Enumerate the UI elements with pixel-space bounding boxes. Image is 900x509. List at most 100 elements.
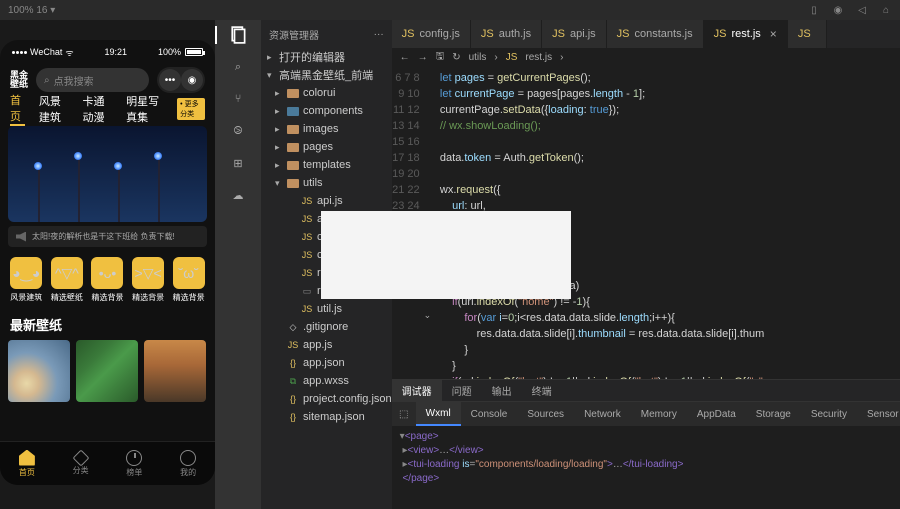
crumb-file[interactable]: rest.js <box>525 52 552 63</box>
search-icon[interactable]: ⌕ <box>229 58 247 76</box>
inspect-icon[interactable]: ⬚ <box>392 409 416 420</box>
chevron-icon: › <box>560 52 563 63</box>
wxml-tree[interactable]: ▾<page> ▸<view>…</view> ▸<tui-loading is… <box>392 426 900 509</box>
editor-tab[interactable]: JSconfig.js <box>392 20 471 48</box>
js-icon: JS <box>481 28 494 40</box>
debug-tab[interactable]: 问题 <box>442 380 482 402</box>
tree-node[interactable]: JSapi.js <box>261 192 392 210</box>
file-icon <box>287 161 299 170</box>
devtools-tab[interactable]: Memory <box>631 402 687 426</box>
capsule-close[interactable]: ◉ <box>181 69 203 91</box>
battery-icon <box>185 48 203 56</box>
tree-node[interactable]: ▸colorui <box>261 84 392 102</box>
nav-tab[interactable]: 风景建筑 <box>39 93 69 125</box>
home-icon[interactable]: ⌂ <box>880 4 892 16</box>
editor-tab[interactable]: JSauth.js <box>471 20 542 48</box>
tree-node[interactable]: JSapp.js <box>261 336 392 354</box>
titlebar: 100% 16 ▾ ▯ ◉ ◁ ⌂ <box>0 0 900 20</box>
tabbar-item[interactable]: 首页 <box>19 450 35 478</box>
more-categories[interactable]: • 更多分类 <box>177 98 205 120</box>
close-icon[interactable]: × <box>770 27 777 41</box>
extensions-icon[interactable]: ⊞ <box>229 154 247 172</box>
tab-bar: 首页 分类 榜单 我的 <box>0 441 215 485</box>
forward-icon[interactable]: → <box>418 52 428 63</box>
devtools-tab[interactable]: AppData <box>687 402 746 426</box>
category-item[interactable]: >▽<精选背景 <box>132 257 164 303</box>
tabbar-item[interactable]: 榜单 <box>126 450 142 478</box>
crumb-folder[interactable]: utils <box>469 52 487 63</box>
devtools-tab[interactable]: Wxml <box>416 402 461 426</box>
fold-icon[interactable]: ⌄ <box>424 310 436 321</box>
debug-tab[interactable]: 输出 <box>482 380 522 402</box>
tree-node[interactable]: ▾高端黑金壁纸_前端 <box>261 66 392 84</box>
tree-node[interactable]: {}project.config.json <box>261 390 392 408</box>
nav-tab[interactable]: 明星写真集 <box>126 93 163 125</box>
history-icon[interactable]: ↻ <box>452 52 460 63</box>
tree-node[interactable]: JSutil.js <box>261 300 392 318</box>
debug-icon[interactable]: ⧁ <box>229 122 247 140</box>
wallpaper-item[interactable] <box>144 340 206 402</box>
devtools-tab[interactable]: Sources <box>517 402 574 426</box>
file-icon: JS <box>301 267 313 279</box>
explorer-icon[interactable] <box>215 26 261 44</box>
devtools-tab[interactable]: Console <box>461 402 518 426</box>
device-icon[interactable]: ▯ <box>808 4 820 16</box>
editor-tab[interactable]: JSapi.js <box>542 20 607 48</box>
face-icon: >▽< <box>132 257 164 289</box>
tree-node[interactable]: ▸components <box>261 102 392 120</box>
record-icon[interactable]: ◉ <box>832 4 844 16</box>
tree-node[interactable]: ▸images <box>261 120 392 138</box>
speaker-icon <box>16 232 26 242</box>
clock: 19:21 <box>105 47 128 57</box>
editor-tab[interactable]: JSconstants.js <box>607 20 704 48</box>
devtools-tab[interactable]: Storage <box>746 402 801 426</box>
nav-tab[interactable]: 首页 <box>10 92 25 126</box>
capsule-menu[interactable]: ••• <box>159 69 181 91</box>
file-icon: JS <box>287 339 299 351</box>
cloud-icon[interactable]: ☁ <box>229 186 247 204</box>
hero-image[interactable] <box>8 126 207 222</box>
more-icon[interactable]: ··· <box>374 29 384 40</box>
file-icon: JS <box>301 231 313 243</box>
status-bar: WeChatᯤ 19:21 100% <box>0 40 215 64</box>
tree-node[interactable]: ▸pages <box>261 138 392 156</box>
debug-tab[interactable]: 终端 <box>522 380 562 402</box>
tree-node[interactable]: ▾utils <box>261 174 392 192</box>
fold-icon[interactable]: ⌄ <box>424 374 436 379</box>
js-icon: JS <box>617 28 630 40</box>
face-icon: •ᴗ• <box>91 257 123 289</box>
breadcrumb: ← → 🖫 ↻ utils › JS rest.js › <box>392 48 900 68</box>
devtools-tab[interactable]: Network <box>574 402 631 426</box>
debug-tab[interactable]: 调试器 <box>392 380 442 402</box>
js-icon: JS <box>552 28 565 40</box>
announcement[interactable]: 太阳!夜的解析也是干这下班给 负责下载! <box>8 226 207 247</box>
js-icon: JS <box>798 28 811 40</box>
tree-node[interactable]: {}sitemap.json <box>261 408 392 426</box>
devtools-tab[interactable]: Sensor <box>857 402 900 426</box>
wifi-icon: ᯤ <box>65 46 73 59</box>
tree-node[interactable]: {}app.json <box>261 354 392 372</box>
save-icon[interactable]: 🖫 <box>436 49 445 66</box>
tree-node[interactable]: ⧉app.wxss <box>261 372 392 390</box>
category-item[interactable]: ^▽^精选壁纸 <box>51 257 83 303</box>
tree-node[interactable]: ▸templates <box>261 156 392 174</box>
tabbar-item[interactable]: 我的 <box>180 450 196 478</box>
tree-node[interactable]: ▸打开的编辑器 <box>261 48 392 66</box>
category-item[interactable]: •ᴗ•精选背景 <box>91 257 123 303</box>
nav-tab[interactable]: 卡通动漫 <box>82 93 112 125</box>
tabbar-item[interactable]: 分类 <box>73 452 89 476</box>
tree-node[interactable]: ◇.gitignore <box>261 318 392 336</box>
mute-icon[interactable]: ◁ <box>856 4 868 16</box>
face-icon: ^▽^ <box>51 257 83 289</box>
back-icon[interactable]: ← <box>400 52 410 63</box>
wallpaper-item[interactable] <box>8 340 70 402</box>
editor-tab[interactable]: JSrest.js× <box>704 20 788 48</box>
git-icon[interactable]: ⑂ <box>229 90 247 108</box>
wallpaper-item[interactable] <box>76 340 138 402</box>
section-title: 最新壁纸 <box>0 309 215 340</box>
editor-tab[interactable]: JS <box>788 20 827 48</box>
devtools-tab[interactable]: Security <box>801 402 857 426</box>
category-item[interactable]: ◕‿◕风景建筑 <box>10 257 42 303</box>
category-item[interactable]: ˘ω˘精选背景 <box>173 257 205 303</box>
search-input[interactable]: ⌕点我搜索 <box>36 68 149 92</box>
